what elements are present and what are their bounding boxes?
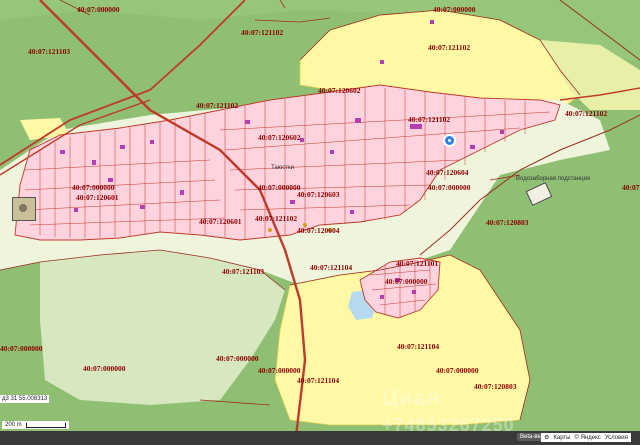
- parcel-label[interactable]: 40:07:120803: [486, 219, 529, 227]
- parcel-label[interactable]: 40:07:121103: [222, 268, 264, 276]
- parcel-label[interactable]: 40:07:000000: [622, 184, 640, 192]
- parcel-label[interactable]: 40:07:000000: [436, 367, 479, 375]
- parcel-label[interactable]: 40:07:121104: [310, 264, 352, 272]
- watermark-brand: Циан: [382, 385, 442, 410]
- parcel-label[interactable]: 40:07:000000: [77, 6, 120, 14]
- scale-bar: 200 m: [2, 421, 69, 429]
- parcel-label[interactable]: 40:07:121102: [255, 215, 297, 223]
- parcel-label[interactable]: 40:07:121102: [408, 116, 450, 124]
- parcel-label[interactable]: 40:07:120602: [258, 134, 301, 142]
- parcel-label[interactable]: 40:07:000000: [258, 367, 301, 375]
- parcel-label[interactable]: 40:07:120601: [199, 218, 242, 226]
- attribution-copyright: © Яндекс: [574, 434, 601, 441]
- square-building: [12, 197, 36, 221]
- coordinate-readout: д3 31 55.008313: [0, 395, 50, 403]
- parcel-label[interactable]: 40:07:121102: [565, 110, 607, 118]
- parcel-label[interactable]: 40:07:121101: [396, 260, 438, 268]
- place-name: Таюстки: [271, 165, 294, 171]
- parcel-label[interactable]: 40:07:121103: [28, 48, 70, 56]
- parcel-label[interactable]: 40:07:120604: [297, 227, 340, 235]
- parcel-label[interactable]: 40:07:121102: [428, 44, 470, 52]
- coordinates: 31 55.008313: [10, 396, 48, 402]
- parcel-label[interactable]: 40:07:000000: [385, 278, 428, 286]
- parcel-label[interactable]: 40:07:120602: [318, 87, 361, 95]
- parcel-label[interactable]: 40:07:000000: [433, 6, 476, 14]
- scale-line: [25, 422, 66, 428]
- left-edge-text: д3: [2, 396, 9, 402]
- parcel-label[interactable]: 40:07:121104: [397, 343, 439, 351]
- gear-icon[interactable]: ⚙: [544, 434, 549, 441]
- parcel-label[interactable]: 40:07:000000: [83, 365, 126, 373]
- parcel-label[interactable]: 40:07:121102: [196, 102, 238, 110]
- parcel-label[interactable]: 40:07:120603: [297, 191, 340, 199]
- attribution-terms[interactable]: Условия: [605, 435, 628, 441]
- place-name: Водозаборная подстанция: [516, 176, 591, 182]
- parcel-label[interactable]: 40:07:000000: [216, 355, 259, 363]
- scale-label: 200 m: [5, 422, 22, 428]
- parcel-label[interactable]: 40:07:120604: [426, 169, 469, 177]
- map-attribution: ⚙ Карты © Яндекс Условия: [541, 433, 631, 442]
- parcel-label[interactable]: 40:07:121104: [297, 377, 339, 385]
- parcel-label[interactable]: 40:07:000000: [72, 184, 115, 192]
- attribution-maps[interactable]: Карты: [553, 435, 570, 441]
- parcel-label[interactable]: 40:07:120601: [76, 194, 119, 202]
- parcel-label[interactable]: 40:07:000000: [428, 184, 471, 192]
- parcel-label[interactable]: 40:07:000000: [0, 345, 43, 353]
- map-footer: Beta-версия ⚙ Карты © Яндекс Условия: [0, 431, 640, 445]
- map-pin-icon[interactable]: [443, 134, 456, 147]
- parcel-label[interactable]: 40:07:121102: [241, 29, 283, 37]
- cadastral-map[interactable]: 40:07:000000 40:07:000000 40:07:121102 40:0…: [0, 0, 640, 445]
- watermark: Циан +74853267250: [382, 385, 515, 437]
- parcel-label[interactable]: 40:07:000000: [258, 184, 301, 192]
